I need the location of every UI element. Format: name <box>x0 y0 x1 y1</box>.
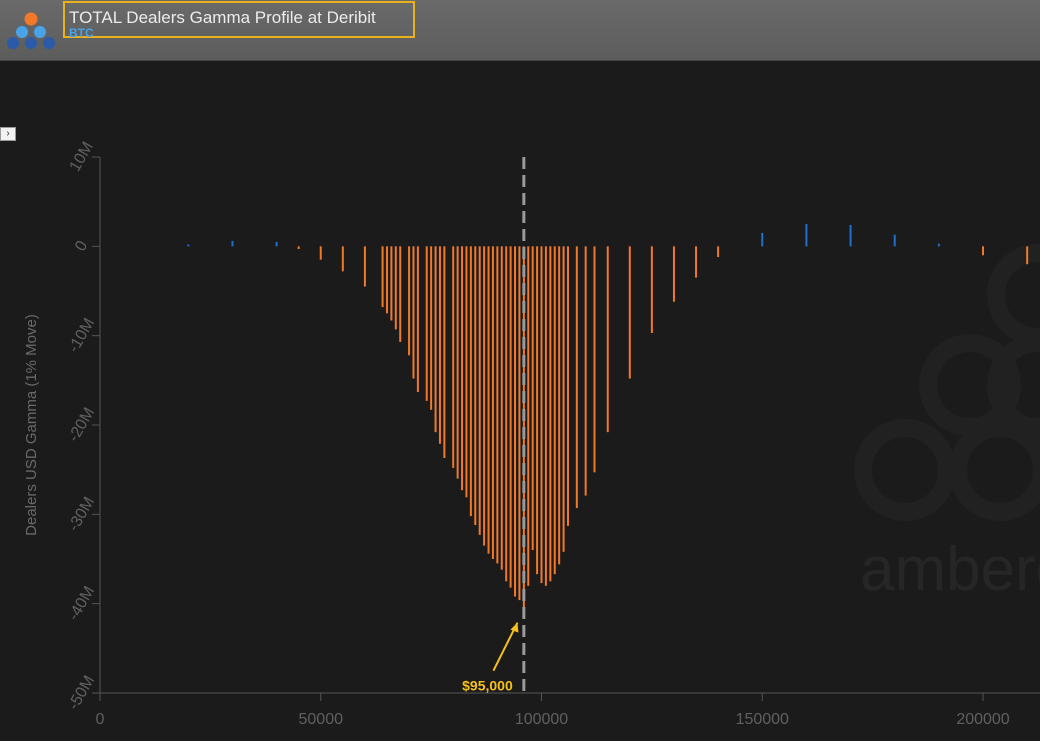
gamma-bar <box>452 246 455 468</box>
gamma-bar <box>606 246 609 433</box>
gamma-bar <box>549 246 552 582</box>
gamma-bar <box>893 234 896 247</box>
gamma-bar <box>474 246 477 526</box>
gamma-bar <box>593 246 596 473</box>
gamma-bar <box>509 246 512 588</box>
y-axis-title: Dealers USD Gamma (1% Move) <box>23 314 40 536</box>
gamma-chart: amberdata 10M0-10M-20M-30M-40M-50M050000… <box>23 139 1040 728</box>
gamma-bar <box>562 246 565 552</box>
gamma-bar <box>544 246 547 586</box>
gamma-bar <box>982 246 985 256</box>
gamma-bar <box>385 246 388 314</box>
gamma-bar <box>805 224 808 247</box>
gamma-bar <box>584 246 587 496</box>
gamma-bar <box>500 246 503 570</box>
gamma-bar <box>628 246 631 379</box>
gamma-bar <box>695 246 698 278</box>
gamma-bar <box>487 246 490 554</box>
gamma-bar <box>540 246 543 584</box>
x-tick-label: 0 <box>96 711 105 728</box>
gamma-bar <box>1026 246 1029 265</box>
x-tick-label: 200000 <box>956 711 1009 728</box>
watermark-text: amberdata <box>860 535 1040 604</box>
gamma-bar <box>672 246 675 302</box>
x-tick-label: 150000 <box>736 711 789 728</box>
gamma-bar <box>434 246 437 433</box>
gamma-bar <box>443 246 446 459</box>
gamma-bar <box>381 246 384 308</box>
gamma-bar <box>394 246 397 330</box>
gamma-bar <box>231 240 234 247</box>
gamma-bar <box>412 246 415 379</box>
gamma-bar <box>937 243 940 247</box>
gamma-bar <box>416 246 419 392</box>
gamma-bar <box>469 246 472 517</box>
gamma-bar <box>399 246 402 342</box>
gamma-bar <box>478 246 481 535</box>
gamma-bar <box>319 246 322 260</box>
gamma-bar <box>425 246 428 401</box>
gamma-bar <box>491 246 494 560</box>
gamma-bar <box>717 246 720 258</box>
gamma-bar <box>456 246 459 479</box>
gamma-bar <box>575 246 578 509</box>
gamma-bar <box>187 244 190 247</box>
gamma-bar <box>363 246 366 287</box>
chart-page: TOTAL Dealers Gamma Profile at Deribit B… <box>0 0 1040 741</box>
gamma-bar <box>461 246 464 491</box>
annotation-label: $95,000 <box>462 678 513 694</box>
gamma-bar <box>465 246 468 498</box>
gamma-bar <box>531 246 534 551</box>
gamma-bar <box>430 246 433 410</box>
watermark-logo <box>854 244 1040 521</box>
gamma-bar <box>438 246 441 444</box>
gamma-bar <box>297 246 300 250</box>
gamma-bar <box>275 241 278 247</box>
y-tick-label: 0 <box>72 238 91 254</box>
gamma-bar <box>650 246 653 333</box>
gamma-bar <box>505 246 508 582</box>
x-tick-label: 100000 <box>515 711 568 728</box>
gamma-bar <box>536 246 539 575</box>
gamma-bar <box>558 246 561 565</box>
gamma-bar <box>761 232 764 247</box>
gamma-bar <box>390 246 393 321</box>
gamma-bar <box>849 224 852 247</box>
gamma-bar <box>483 246 486 546</box>
gamma-bar <box>341 246 344 272</box>
gamma-bar <box>496 246 499 564</box>
x-tick-label: 50000 <box>299 711 344 728</box>
gamma-bar <box>518 246 521 601</box>
gamma-bar <box>527 246 530 586</box>
gamma-bar <box>567 246 569 526</box>
gamma-bar <box>553 246 556 575</box>
annotation-arrowhead <box>510 622 519 633</box>
gamma-bar <box>514 246 517 597</box>
gamma-bar <box>408 246 411 356</box>
